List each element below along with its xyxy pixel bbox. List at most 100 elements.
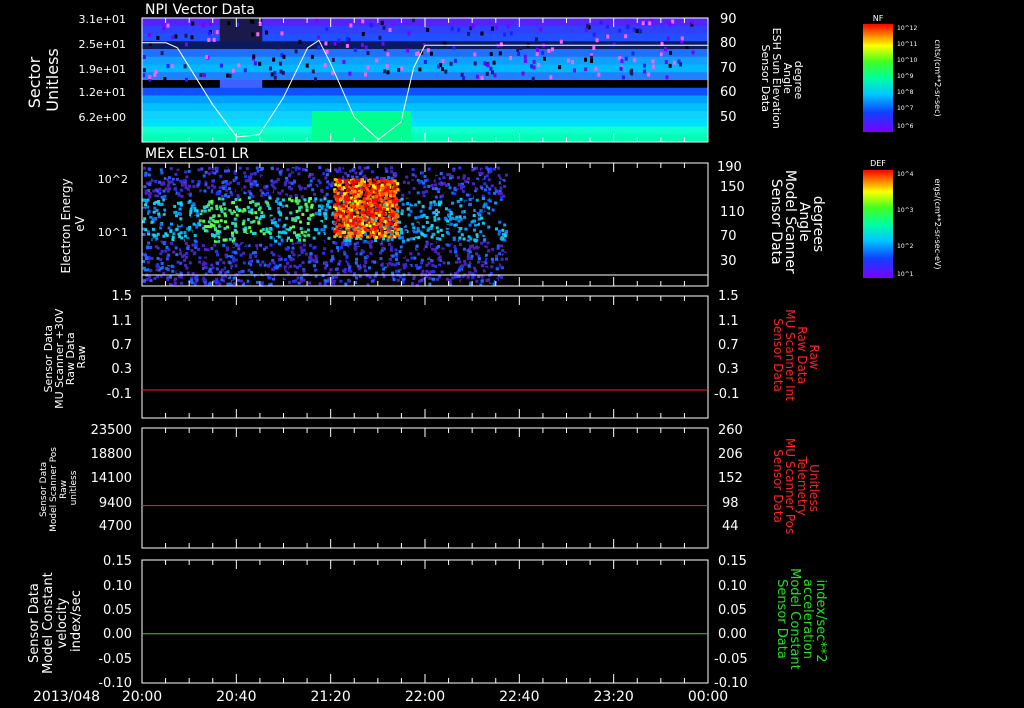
- els-heat-speck: [425, 255, 429, 259]
- els-heat-speck: [475, 279, 479, 283]
- els-heat-speck: [216, 253, 220, 257]
- els-heat-speck: [307, 260, 311, 264]
- els-heat-speck: [402, 166, 406, 170]
- els-heat-speck: [218, 250, 222, 254]
- els-heat-speck: [419, 209, 423, 213]
- els-heat-speck: [144, 203, 148, 207]
- els-heat-speck: [407, 213, 411, 217]
- els-heat-speck: [400, 197, 404, 201]
- els-hot-speck: [351, 179, 355, 183]
- els-heat-speck: [473, 266, 477, 270]
- els-heat-speck: [280, 282, 284, 286]
- els-heat-speck: [301, 174, 305, 178]
- npi-heat-cell: [262, 25, 313, 34]
- els-heat-speck: [215, 281, 219, 285]
- els-heat-speck: [172, 232, 176, 236]
- els-heat-speck: [243, 278, 247, 282]
- def-colorbar-units: ergs/(cm**2-sr-sec-eV): [933, 178, 942, 269]
- els-heat-speck: [410, 206, 414, 210]
- els-heat-speck: [373, 260, 377, 264]
- npi-heat-speck: [666, 36, 670, 41]
- npi-heat-speck: [506, 24, 510, 29]
- els-heat-speck: [446, 243, 450, 247]
- els-heat-speck: [484, 208, 488, 212]
- els-heat-speck: [206, 178, 210, 182]
- els-heat-speck: [367, 266, 371, 270]
- els-heat-speck: [400, 212, 404, 216]
- els-hot-speck: [341, 230, 345, 234]
- els-heat-speck: [279, 202, 283, 206]
- els-heat-speck: [366, 166, 370, 170]
- els-heat-speck: [172, 190, 176, 194]
- els-heat-speck: [219, 219, 223, 223]
- els-heat-speck: [154, 216, 158, 220]
- els-heat-speck: [430, 235, 434, 239]
- els-heat-speck: [179, 202, 183, 206]
- els-heat-speck: [405, 175, 409, 179]
- els-heat-speck: [487, 203, 491, 207]
- els-heat-speck: [415, 244, 419, 248]
- els-hot-speck: [379, 207, 383, 211]
- els-heat-speck: [301, 212, 305, 216]
- els-heat-speck: [173, 204, 177, 208]
- els-heat-speck: [492, 282, 496, 286]
- npi-heat-cell: [142, 134, 221, 143]
- npi-heat-speck: [452, 45, 456, 50]
- els-heat-speck: [159, 266, 163, 270]
- els-heat-speck: [310, 200, 314, 204]
- els-heat-speck: [399, 227, 403, 231]
- els-heat-speck: [153, 276, 157, 280]
- els-heat-speck: [368, 169, 372, 173]
- els-ytick: 10^1: [98, 226, 128, 239]
- npi-heat-speck: [191, 21, 195, 26]
- els-heat-speck: [463, 215, 467, 219]
- els-heat-speck: [220, 268, 224, 272]
- npi-heat-cell: [311, 103, 412, 112]
- els-heat-speck: [167, 226, 171, 230]
- p5-ltick: -0.05: [98, 652, 132, 667]
- els-heat-speck: [166, 277, 170, 281]
- els-hot-speck: [356, 202, 360, 206]
- els-heat-speck: [395, 257, 399, 261]
- els-heat-speck: [331, 256, 335, 260]
- els-heat-speck: [461, 264, 465, 268]
- npi-heat-speck: [148, 75, 152, 80]
- els-heat-speck: [283, 223, 287, 227]
- els-heat-speck: [487, 225, 491, 229]
- els-heat-speck: [316, 245, 320, 249]
- els-heat-speck: [502, 211, 506, 215]
- els-heat-speck: [291, 225, 295, 229]
- els-heat-speck: [228, 252, 232, 256]
- els-heat-speck: [220, 223, 224, 227]
- els-heat-speck: [472, 231, 476, 235]
- els-heat-speck: [323, 282, 327, 286]
- els-hot-speck: [375, 216, 379, 220]
- els-heat-speck: [304, 173, 308, 177]
- els-heat-speck: [175, 253, 179, 257]
- els-hot-speck: [380, 191, 384, 195]
- els-heat-speck: [244, 188, 248, 192]
- npi-heat-speck: [426, 27, 430, 32]
- npi-heat-speck: [345, 43, 349, 48]
- els-heat-speck: [501, 203, 505, 207]
- els-heat-speck: [417, 248, 421, 252]
- els-heat-speck: [462, 176, 466, 180]
- els-heat-speck: [497, 232, 501, 236]
- npi-heat-speck: [166, 23, 170, 28]
- els-heat-speck: [474, 239, 478, 243]
- npi-heat-speck: [671, 19, 675, 24]
- npi-heat-speck: [311, 69, 315, 74]
- npi-heat-cell: [311, 64, 412, 73]
- els-heat-speck: [287, 228, 291, 232]
- els-heat-speck: [381, 280, 385, 284]
- npi-heat-speck: [516, 47, 520, 52]
- els-heat-speck: [470, 194, 474, 198]
- els-heat-speck: [496, 246, 500, 250]
- els-heat-speck: [388, 276, 392, 280]
- npi-heat-speck: [212, 37, 216, 42]
- els-heat-speck: [255, 244, 259, 248]
- els-heat-speck: [453, 275, 457, 279]
- npi-heat-speck: [566, 58, 570, 63]
- npi-heat-speck: [509, 55, 513, 60]
- els-right-ticks: 190 150 110 70 30: [717, 160, 745, 269]
